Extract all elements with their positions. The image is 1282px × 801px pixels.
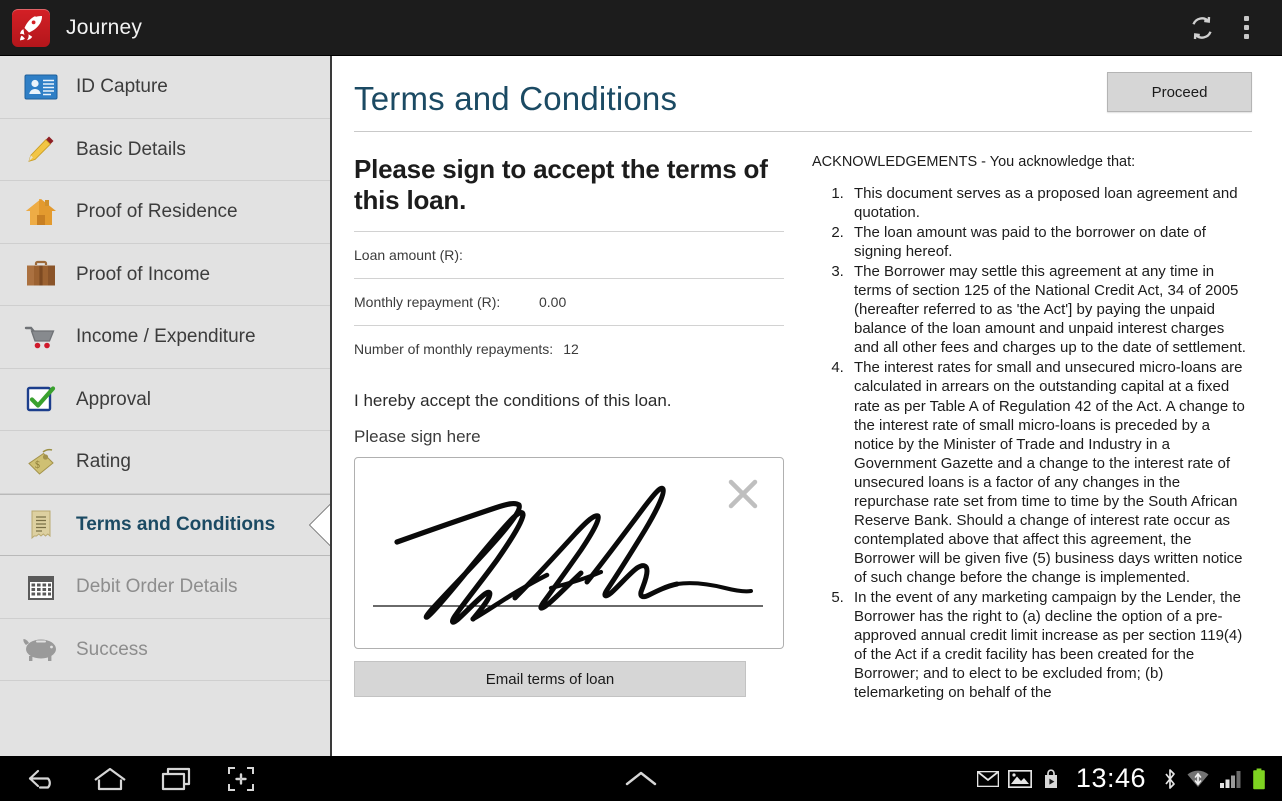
sign-here-label: Please sign here [354, 427, 481, 447]
list-item: The loan amount was paid to the borrower… [848, 223, 1252, 261]
bluetooth-icon [1163, 768, 1177, 790]
cell-signal-icon [1219, 769, 1243, 789]
acknowledgements-column: ACKNOWLEDGEMENTS - You acknowledge that:… [812, 154, 1252, 703]
back-icon[interactable] [26, 766, 60, 792]
sidebar-item-label: Approval [76, 388, 151, 410]
sidebar-item-approval[interactable]: Approval [0, 369, 330, 431]
sidebar-item-label: Debit Order Details [76, 576, 238, 598]
signature-column: Please sign to accept the terms of this … [354, 154, 784, 703]
main-header: Terms and Conditions Proceed [354, 72, 1252, 118]
field-monthly-repayment: Monthly repayment (R): 0.00 [354, 278, 784, 325]
list-item: This document serves as a proposed loan … [848, 184, 1252, 222]
page-title: Terms and Conditions [354, 80, 678, 117]
sidebar-nav: ID Capture Basic Details Proof of Reside… [0, 56, 332, 756]
sidebar-item-id-capture[interactable]: ID Capture [0, 56, 330, 119]
list-item: In the event of any marketing campaign b… [848, 588, 1252, 702]
refresh-icon[interactable] [1180, 6, 1224, 50]
overflow-menu-icon[interactable] [1224, 6, 1268, 50]
sidebar-item-debit-order-details[interactable]: Debit Order Details [0, 556, 330, 619]
field-label: Number of monthly repayments: [354, 341, 554, 358]
status-icons[interactable]: 13:46 [976, 763, 1282, 794]
home-icon[interactable] [92, 766, 128, 792]
sidebar-item-label: ID Capture [76, 76, 168, 98]
pencil-icon [18, 133, 64, 165]
rocket-icon [12, 8, 50, 47]
sidebar-item-label: Terms and Conditions [76, 514, 276, 536]
action-bar: Journey [0, 0, 1282, 56]
field-value: 0.00 [539, 294, 567, 311]
cart-icon [18, 323, 64, 351]
house-icon [18, 197, 64, 227]
sign-heading: Please sign to accept the terms of this … [354, 154, 768, 215]
checkbox-icon [18, 384, 64, 414]
field-label: Loan amount (R): [354, 247, 463, 264]
field-value: 12 [563, 341, 579, 358]
proceed-button[interactable]: Proceed [1107, 72, 1252, 112]
list-item: The interest rates for small and unsecur… [848, 358, 1252, 587]
piggy-bank-icon [18, 635, 64, 663]
sidebar-item-label: Proof of Income [76, 263, 211, 285]
wifi-icon [1186, 768, 1210, 790]
signature-drawing [373, 486, 763, 626]
play-store-icon [1041, 768, 1061, 789]
field-number-of-repayments: Number of monthly repayments: 12 [354, 325, 784, 372]
overflow-dots [1243, 16, 1249, 39]
sidebar-item-label: Basic Details [76, 138, 186, 160]
acknowledgements-list: This document serves as a proposed loan … [812, 184, 1252, 702]
field-label: Monthly repayment (R): [354, 294, 501, 311]
status-clock: 13:46 [1075, 763, 1146, 793]
sidebar-item-terms-and-conditions[interactable]: Terms and Conditions [0, 493, 330, 556]
tablet-screen: Journey ID Capture Basic Details Proof o… [0, 0, 1282, 801]
sidebar-item-rating[interactable]: $ Rating [0, 431, 330, 494]
sidebar-item-proof-of-income[interactable]: Proof of Income [0, 244, 330, 306]
gallery-icon [1007, 769, 1032, 788]
receipt-icon [18, 509, 64, 541]
battery-icon [1252, 768, 1266, 790]
mail-icon [976, 770, 999, 787]
system-navigation-bar: 13:46 [0, 756, 1282, 801]
sidebar-item-label: Success [76, 638, 148, 660]
header-divider [354, 131, 1252, 132]
screenshot-icon[interactable] [226, 765, 256, 793]
accept-conditions-text: I hereby accept the conditions of this l… [354, 391, 672, 411]
sidebar-item-label: Income / Expenditure [76, 326, 256, 348]
signature-pad[interactable] [354, 457, 784, 650]
sidebar-item-proof-of-residence[interactable]: Proof of Residence [0, 181, 330, 244]
tag-icon: $ [18, 447, 64, 477]
content-columns: Please sign to accept the terms of this … [354, 154, 1252, 703]
id-card-icon [18, 74, 64, 100]
sidebar-item-basic-details[interactable]: Basic Details [0, 119, 330, 181]
email-terms-button[interactable]: Email terms of loan [354, 661, 746, 698]
main-content: Terms and Conditions Proceed Please sign… [332, 56, 1282, 756]
system-nav-buttons [0, 765, 256, 793]
clear-x-icon[interactable] [725, 476, 761, 512]
field-loan-amount: Loan amount (R): [354, 231, 784, 278]
list-item: The Borrower may settle this agreement a… [848, 262, 1252, 357]
sidebar-item-label: Proof of Residence [76, 201, 238, 223]
briefcase-icon [18, 259, 64, 289]
sidebar-item-income-expenditure[interactable]: Income / Expenditure [0, 306, 330, 369]
app-title: Journey [66, 15, 143, 39]
acknowledgements-title: ACKNOWLEDGEMENTS - You acknowledge that: [812, 154, 1136, 170]
calendar-icon [18, 572, 64, 602]
expand-chevron-icon[interactable] [623, 768, 659, 790]
recent-apps-icon[interactable] [160, 766, 194, 792]
body-wrapper: ID Capture Basic Details Proof of Reside… [0, 56, 1282, 756]
sidebar-item-success[interactable]: Success [0, 619, 330, 681]
active-tab-pointer [310, 502, 330, 547]
sidebar-item-label: Rating [76, 451, 131, 473]
svg-text:$: $ [35, 460, 40, 471]
